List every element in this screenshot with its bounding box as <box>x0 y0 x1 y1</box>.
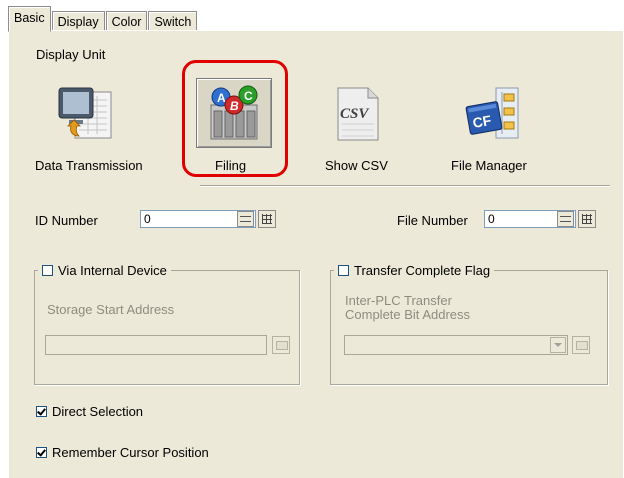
file-number-spinner[interactable] <box>557 211 574 227</box>
id-number-input[interactable]: 0 <box>140 210 256 228</box>
file-manager-label: File Manager <box>451 158 527 173</box>
via-internal-checkbox-row[interactable]: Via Internal Device <box>38 261 171 279</box>
file-number-value: 0 <box>488 212 495 226</box>
show-csv-label: Show CSV <box>325 158 388 173</box>
id-number-label: ID Number <box>35 213 98 228</box>
complete-bit-address-dropdown[interactable] <box>550 337 566 353</box>
transfer-complete-label: Transfer Complete Flag <box>354 262 491 278</box>
tab-switch[interactable]: Switch <box>148 11 198 32</box>
data-transmission-icon <box>58 87 112 139</box>
complete-bit-address-field[interactable] <box>344 335 568 355</box>
storage-start-address-field[interactable] <box>45 335 267 355</box>
tab-basic[interactable]: Basic <box>8 6 51 32</box>
file-number-input[interactable]: 0 <box>484 210 576 228</box>
remember-cursor-label: Remember Cursor Position <box>52 445 209 460</box>
tab-display[interactable]: Display <box>51 11 105 32</box>
svg-text:CF: CF <box>471 112 493 131</box>
inter-plc-transfer-label-line2: Complete Bit Address <box>345 307 471 322</box>
filing-label: Filing <box>215 158 247 173</box>
cf-file-manager-icon: CF <box>465 87 519 139</box>
id-number-keypad-button[interactable] <box>258 210 276 228</box>
id-number-value: 0 <box>144 212 151 226</box>
section-separator <box>200 185 610 187</box>
file-number-keypad-button[interactable] <box>578 210 596 228</box>
via-internal-label: Via Internal Device <box>58 262 167 278</box>
display-unit-heading: Display Unit <box>36 47 106 62</box>
file-manager-button[interactable]: CF <box>456 80 530 148</box>
storage-address-input-button[interactable] <box>272 336 290 354</box>
transfer-complete-checkbox-row[interactable]: Transfer Complete Flag <box>334 261 495 279</box>
storage-start-address-label: Storage Start Address <box>47 302 175 317</box>
csv-icon: CSV <box>337 87 379 141</box>
transfer-complete-group <box>330 270 608 385</box>
direct-selection-label: Direct Selection <box>52 404 144 419</box>
show-csv-button[interactable]: CSV <box>320 80 394 148</box>
tab-color[interactable]: Color <box>105 11 148 32</box>
via-internal-checkbox[interactable] <box>42 264 53 276</box>
svg-text:CSV: CSV <box>340 106 370 122</box>
direct-selection-checkbox[interactable] <box>36 406 47 417</box>
complete-bit-address-input-button[interactable] <box>572 336 590 354</box>
file-number-label: File Number <box>397 213 468 228</box>
direct-selection-row[interactable]: Direct Selection <box>36 404 143 419</box>
id-number-spinner[interactable] <box>237 211 254 227</box>
remember-cursor-row[interactable]: Remember Cursor Position <box>36 445 209 460</box>
via-internal-group <box>34 270 300 385</box>
tab-strip: Basic Display Color Switch <box>8 6 198 32</box>
remember-cursor-checkbox[interactable] <box>36 447 47 458</box>
data-transmission-button[interactable] <box>49 80 123 148</box>
data-transmission-label: Data Transmission <box>35 158 143 173</box>
inter-plc-transfer-label-line1: Inter-PLC Transfer <box>345 293 452 308</box>
transfer-complete-checkbox[interactable] <box>338 264 349 276</box>
